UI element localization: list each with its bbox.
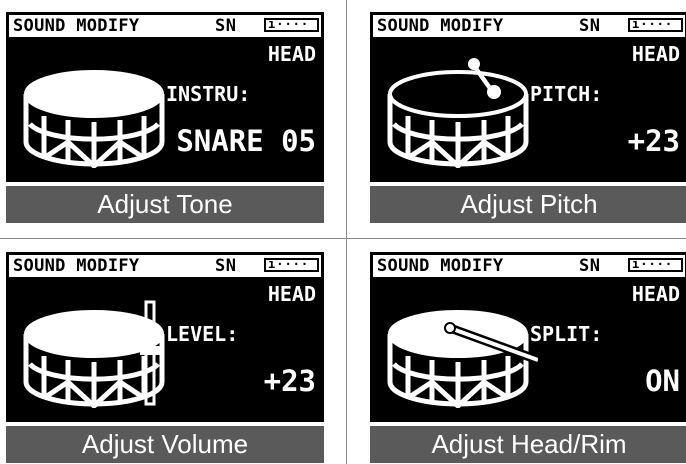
lcd-screen: SOUND MODIFY SN ı···· HEAD INSTRU: SNARE… <box>6 12 324 182</box>
caption: Adjust Head/Rim <box>370 426 686 463</box>
parameter-label: INSTRU: <box>166 82 251 106</box>
parameter-value: +23 <box>627 124 680 158</box>
panel-adjust-head-rim: SOUND MODIFY SN ı···· HEAD SPLIT: ON Adj… <box>370 252 686 463</box>
parameter-value: SNARE 05 <box>176 124 316 158</box>
parameter-label: SPLIT: <box>530 322 603 346</box>
parameter-label: PITCH: <box>530 82 603 106</box>
panel-adjust-volume: SOUND MODIFY SN ı···· HEAD LEVEL: +23 Ad… <box>6 252 324 463</box>
snare-drum-stick-icon <box>387 310 538 408</box>
instrument-code: SN <box>215 16 237 36</box>
caption: Adjust Tone <box>6 186 324 223</box>
lcd-screen: SOUND MODIFY SN ı···· HEAD LEVEL: +23 <box>6 252 324 422</box>
panel-adjust-tone: SOUND MODIFY SN ı···· HEAD INSTRU: SNARE… <box>6 12 324 223</box>
screen-title: SOUND MODIFY <box>13 16 140 36</box>
position-label: HEAD <box>631 42 680 66</box>
lcd-screen: SOUND MODIFY SN ı···· HEAD SPLIT: ON <box>370 252 686 422</box>
instrument-code: SN <box>579 256 601 276</box>
screen-header: SOUND MODIFY SN ı···· <box>373 255 685 277</box>
vertical-divider <box>346 0 347 464</box>
caption: Adjust Pitch <box>370 186 686 223</box>
position-label: HEAD <box>267 42 316 66</box>
parameter-value: ON <box>645 364 680 398</box>
panel-adjust-pitch: SOUND MODIFY SN ı···· HEAD PITCH: +23 Ad… <box>370 12 686 223</box>
snare-drum-tuning-icon <box>387 58 529 168</box>
snare-drum-icon <box>23 70 165 168</box>
screen-header: SOUND MODIFY SN ı···· <box>9 15 321 37</box>
caption: Adjust Volume <box>6 426 324 463</box>
position-label: HEAD <box>267 282 316 306</box>
horizontal-divider <box>0 238 686 239</box>
parameter-value: +23 <box>263 364 316 398</box>
screen-header: SOUND MODIFY SN ı···· <box>373 15 685 37</box>
parameter-label: LEVEL: <box>166 322 239 346</box>
level-meter: ı···· <box>628 18 683 32</box>
snare-drum-volume-fader-icon <box>23 300 165 408</box>
position-label: HEAD <box>631 282 680 306</box>
instrument-code: SN <box>215 256 237 276</box>
screen-title: SOUND MODIFY <box>377 256 504 276</box>
screen-title: SOUND MODIFY <box>377 16 504 36</box>
instrument-code: SN <box>579 16 601 36</box>
level-meter: ı···· <box>628 258 683 272</box>
level-meter: ı···· <box>264 258 319 272</box>
screen-title: SOUND MODIFY <box>13 256 140 276</box>
lcd-screen: SOUND MODIFY SN ı···· HEAD PITCH: +23 <box>370 12 686 182</box>
screen-header: SOUND MODIFY SN ı···· <box>9 255 321 277</box>
level-meter: ı···· <box>264 18 319 32</box>
